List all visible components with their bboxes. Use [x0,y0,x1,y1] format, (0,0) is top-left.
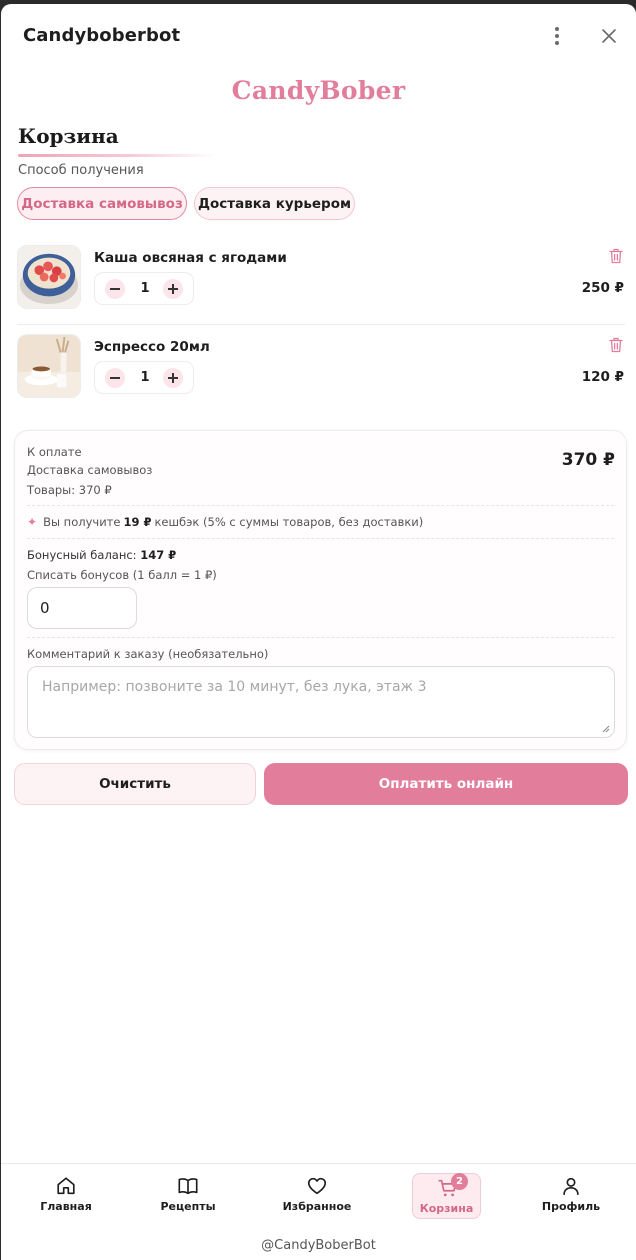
decrease-button[interactable] [105,279,125,299]
sparkle-icon: ✦ [27,515,38,529]
delivery-summary: Доставка самовывоз [27,463,153,477]
item-price: 250 ₽ [581,280,624,296]
item-image [17,334,81,398]
trash-icon[interactable] [609,248,623,264]
item-name: Эспрессо 20мл [94,339,210,355]
cart-item: Каша овсяная с ягодами 1 250 ₽ [17,245,625,311]
divider [27,538,614,539]
cashback-prefix: Вы получите [43,515,121,529]
bottom-nav: Главная Рецепты Избранное 2 Корзина Проф… [1,1163,636,1223]
resize-grip-icon[interactable] [602,725,610,733]
bonus-balance: Бонусный баланс: 147 ₽ [27,548,176,562]
cart-item: Эспрессо 20мл 1 120 ₽ [17,334,625,400]
delivery-pickup-chip[interactable]: Доставка самовывоз [17,187,187,220]
bonus-balance-label: Бонусный баланс: [27,548,137,562]
heart-icon [307,1177,327,1195]
cashback-info: ✦ Вы получите 19 ₽ кешбэк (5% с суммы то… [27,515,423,529]
divider [27,505,614,506]
increase-button[interactable] [163,279,183,299]
nav-label: Корзина [419,1202,474,1215]
nav-label: Избранное [282,1200,352,1213]
goods-summary: Товары: 370 ₽ [27,483,112,497]
pay-online-button[interactable]: Оплатить онлайн [264,763,628,805]
user-icon [563,1177,579,1196]
increase-button[interactable] [163,368,183,388]
delivery-courier-chip[interactable]: Доставка курьером [194,187,355,220]
nav-label: Главная [40,1200,92,1213]
order-summary-card: К оплате Доставка самовывоз Товары: 370 … [14,430,627,750]
nav-item-profile[interactable]: Профиль [536,1172,606,1220]
title-bar: Candyboberbot [1,4,636,66]
item-price: 120 ₽ [581,369,624,385]
cart-count-badge: 2 [451,1173,468,1190]
cashback-amount: 19 ₽ [123,515,152,529]
close-icon[interactable] [599,26,619,46]
order-comment-field[interactable] [27,666,615,738]
item-name: Каша овсяная с ягодами [94,250,287,266]
nav-item-recipes[interactable]: Рецепты [153,1172,223,1220]
nav-item-home[interactable]: Главная [31,1172,101,1220]
divider [27,637,614,638]
item-image [17,245,81,309]
delivery-method-label: Способ получения [18,163,144,178]
bonus-write-off-label: Списать бонусов (1 балл = 1 ₽) [27,568,217,582]
nav-label: Рецепты [160,1200,216,1213]
home-icon [57,1177,75,1195]
decrease-button[interactable] [105,368,125,388]
mini-app-window: Candyboberbot CandyBober Корзина Способ … [1,4,636,1260]
title-underline [18,154,218,157]
bonus-balance-value: 147 ₽ [140,548,177,562]
nav-label: Профиль [541,1200,601,1213]
cashback-suffix: кешбэк (5% с суммы товаров, без доставки… [154,515,424,529]
more-options-icon[interactable] [549,24,565,48]
trash-icon[interactable] [609,337,623,353]
clear-cart-button[interactable]: Очистить [14,763,256,805]
quantity-stepper: 1 [94,361,194,394]
page-title: Корзина [18,124,119,148]
quantity-value: 1 [140,370,150,385]
comment-label: Комментарий к заказу (необязательно) [27,647,269,661]
item-divider [17,324,625,325]
nav-item-cart[interactable]: 2 Корзина [412,1173,481,1219]
app-title: Candyboberbot [23,25,181,46]
book-icon [178,1178,198,1195]
quantity-value: 1 [140,281,150,296]
nav-item-favorites[interactable]: Избранное [282,1172,352,1220]
bonus-amount-input[interactable] [27,587,137,629]
order-total: 370 ₽ [561,450,615,470]
to-pay-label: К оплате [27,445,82,459]
quantity-stepper: 1 [94,272,194,305]
bot-handle: @CandyBoberBot [261,1238,376,1253]
brand-logo: CandyBober [231,76,406,105]
